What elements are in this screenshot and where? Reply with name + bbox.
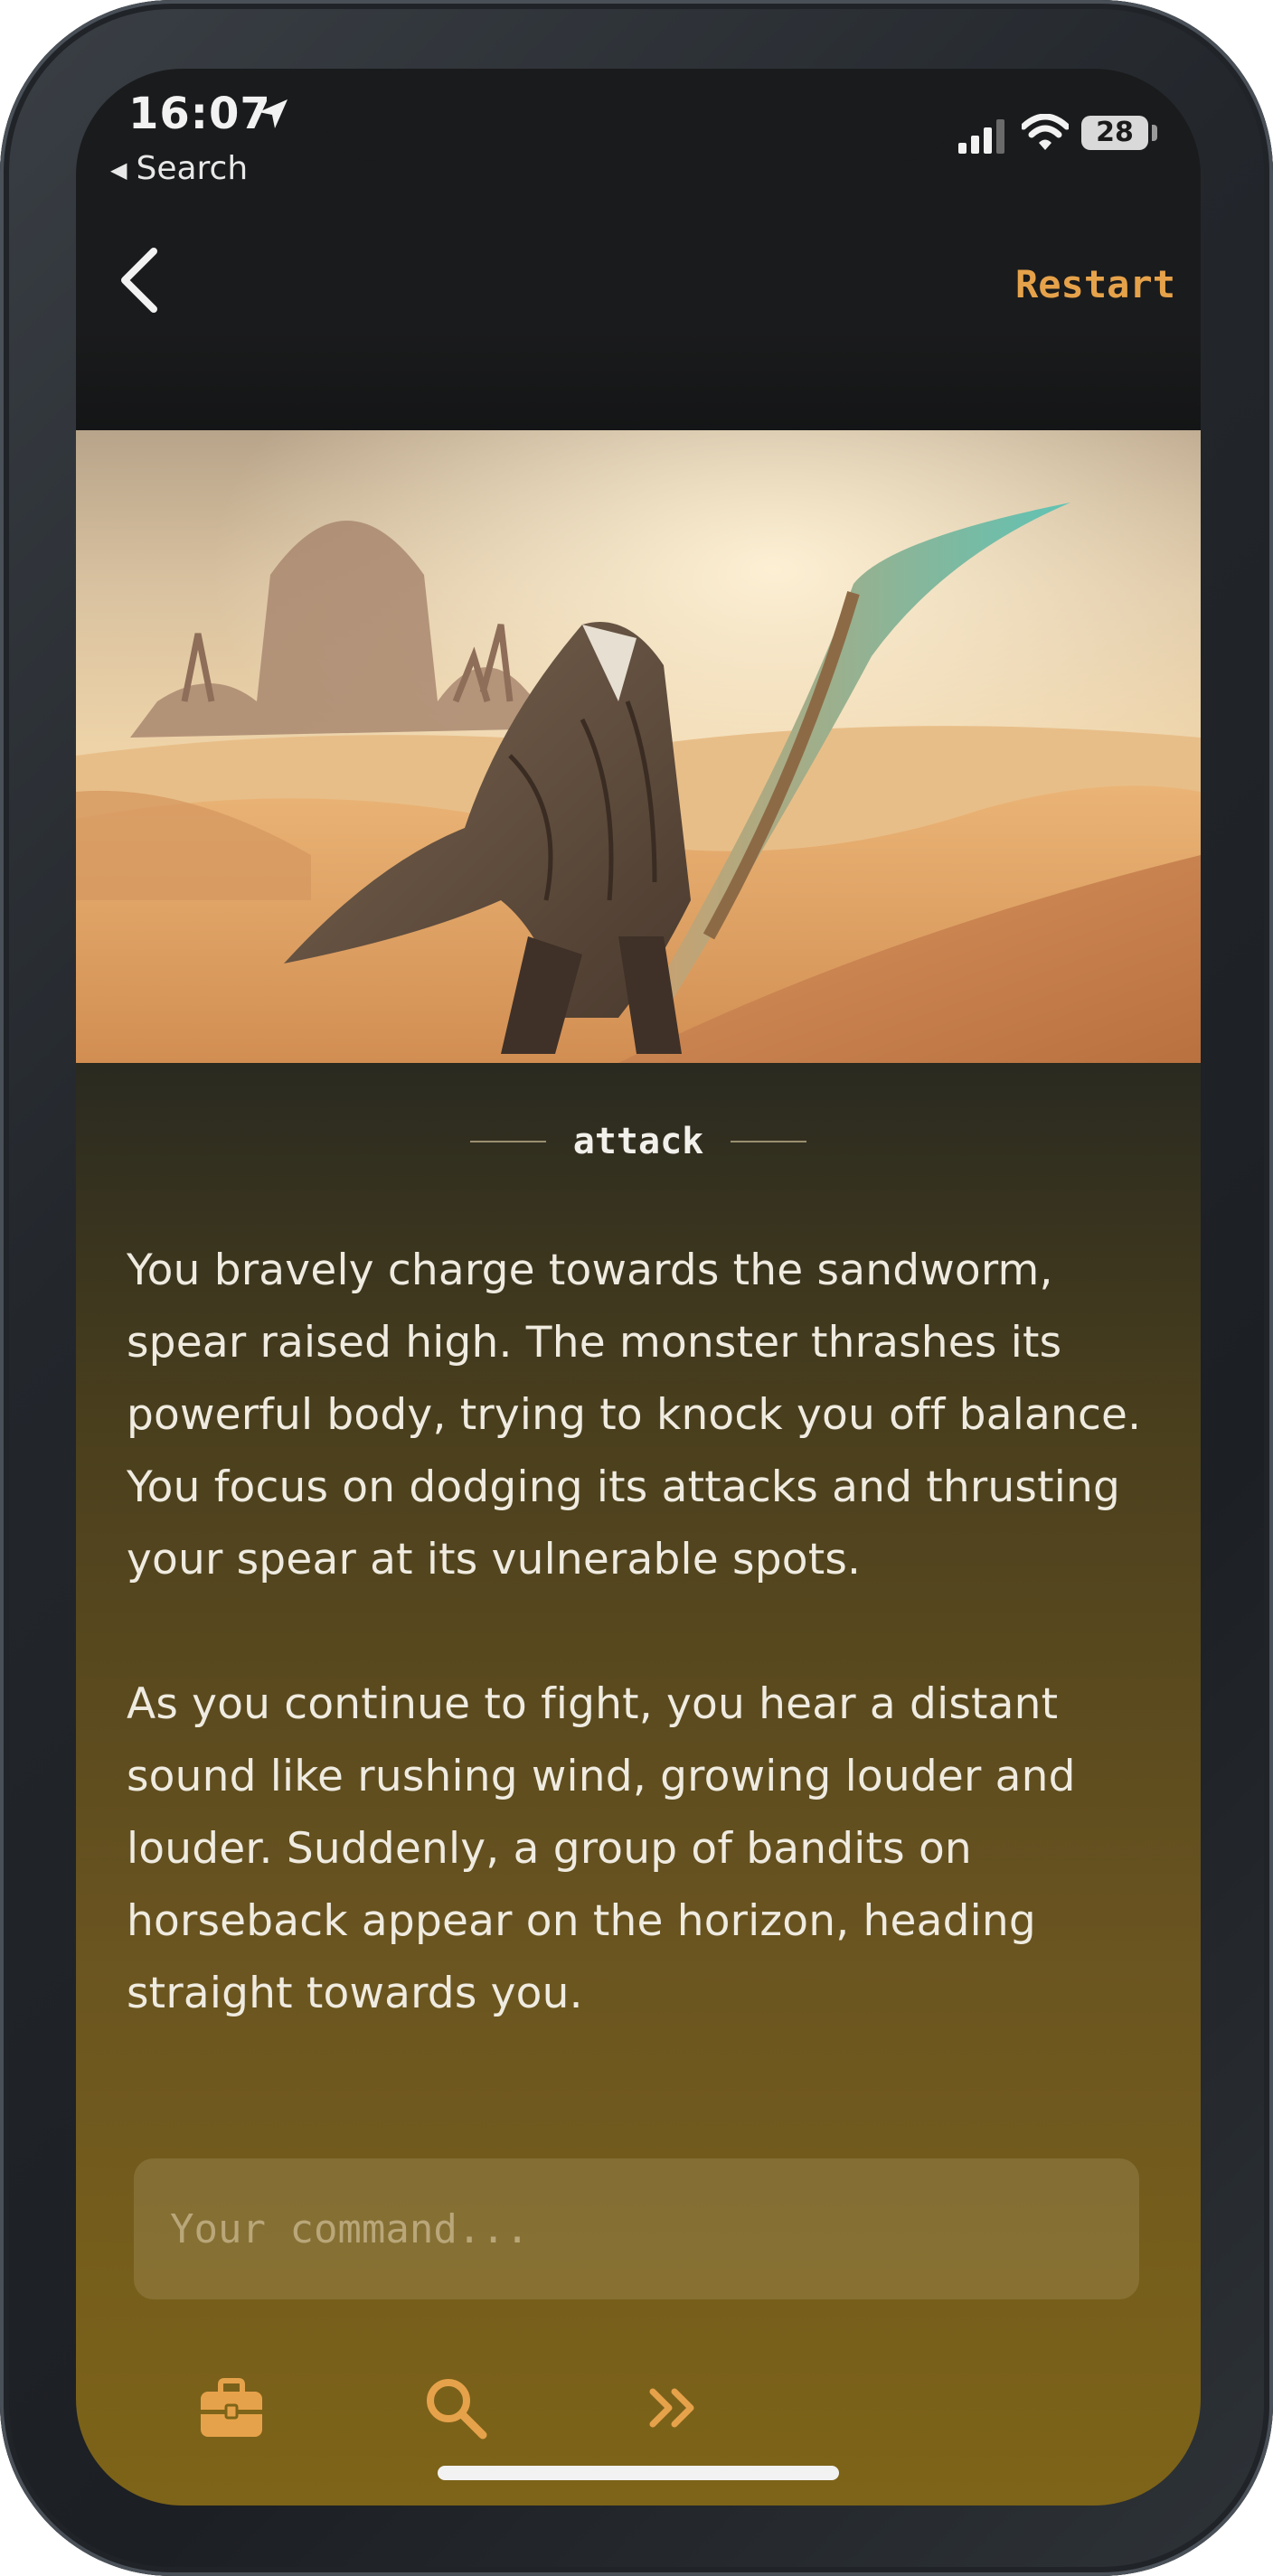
heading-rule-left	[469, 1141, 546, 1142]
heading-rule-right	[731, 1141, 807, 1142]
back-to-app-link[interactable]: ◀ Search	[110, 150, 248, 187]
inventory-icon[interactable]	[195, 2372, 268, 2444]
command-input[interactable]	[134, 2158, 1139, 2299]
back-chevron-icon[interactable]	[116, 244, 163, 316]
battery-indicator: 28	[1081, 116, 1148, 150]
cellular-signal-icon	[958, 119, 1004, 154]
back-app-label: Search	[136, 150, 249, 187]
scene-illustration	[76, 430, 1201, 1063]
story-paragraph: You bravely charge towards the sandworm,…	[127, 1246, 1142, 1584]
status-time: 16:07	[128, 89, 271, 139]
command-heading-text: attack	[572, 1121, 704, 1162]
story-text: You bravely charge towards the sandworm,…	[127, 1235, 1157, 2102]
skip-icon[interactable]	[636, 2372, 709, 2444]
wifi-icon	[1022, 114, 1069, 150]
app-screen: 16:07 ◀ Search 28 Restart attack You bra…	[76, 69, 1201, 2505]
home-indicator[interactable]	[438, 2466, 839, 2480]
battery-tip	[1152, 125, 1157, 141]
back-triangle-icon: ◀	[110, 157, 127, 183]
story-paragraph: As you continue to fight, you hear a dis…	[127, 1679, 1076, 2018]
command-heading: attack	[76, 1121, 1201, 1175]
restart-button[interactable]: Restart	[1015, 262, 1175, 306]
search-icon[interactable]	[420, 2372, 492, 2444]
notch	[322, 69, 955, 161]
location-arrow-icon	[259, 99, 288, 128]
